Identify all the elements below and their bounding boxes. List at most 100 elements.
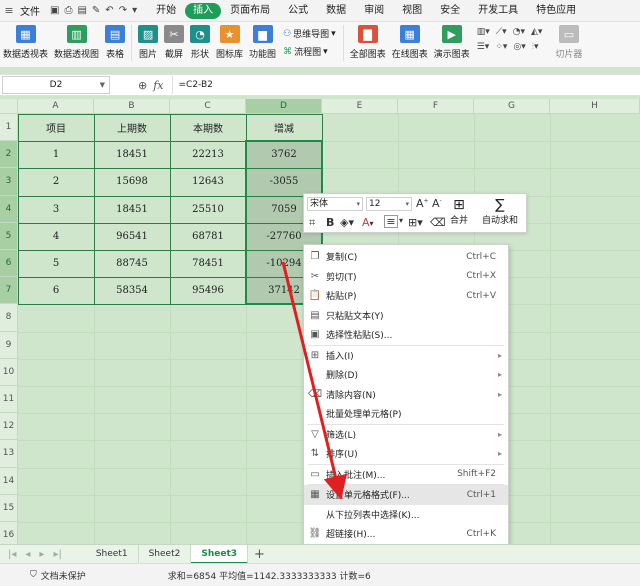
- context-menu-item[interactable]: ❐ 复制(C) Ctrl+C: [304, 247, 508, 267]
- data-cell[interactable]: 68781: [170, 223, 246, 250]
- area-chart-icon[interactable]: ◭▾: [531, 27, 542, 37]
- save-icon[interactable]: ▣: [50, 5, 59, 16]
- data-cell[interactable]: 1: [18, 141, 94, 168]
- autosum-button[interactable]: ∑ 自动求和: [482, 197, 518, 226]
- online-chart-button[interactable]: ▦ 在线图表: [389, 25, 431, 60]
- row-header-5[interactable]: 5: [0, 222, 18, 250]
- context-menu-item[interactable]: ▤ 只粘贴文本(Y): [304, 306, 508, 326]
- all-charts-button[interactable]: ▇ 全部图表: [347, 25, 389, 60]
- select-all-corner[interactable]: [0, 99, 18, 114]
- font-size-select[interactable]: 12 ▾: [366, 197, 412, 211]
- pivot-table-button[interactable]: ▦ 数据透视表: [0, 25, 51, 60]
- format-painter-icon[interactable]: ⌗: [309, 216, 315, 230]
- column-header-b[interactable]: B: [94, 99, 170, 114]
- context-menu-item[interactable]: ✂ 剪切(T) Ctrl+X: [304, 267, 508, 287]
- undo-icon[interactable]: ↶: [105, 5, 113, 16]
- data-cell[interactable]: 88745: [94, 250, 170, 277]
- tab-8[interactable]: 安全: [431, 0, 469, 22]
- redo-icon[interactable]: ↷: [119, 5, 127, 16]
- data-cell[interactable]: 5: [18, 250, 94, 277]
- sheet-tab-sheet2[interactable]: Sheet2: [139, 544, 192, 564]
- demo-chart-button[interactable]: ▶ 演示图表: [431, 25, 473, 60]
- column-header-d[interactable]: D: [246, 99, 322, 114]
- flowchart-button[interactable]: ⌘ 流程图 ▾: [283, 45, 336, 59]
- bold-icon[interactable]: B: [326, 216, 334, 229]
- data-cell[interactable]: 25510: [170, 196, 246, 223]
- data-cell[interactable]: 95496: [170, 277, 246, 304]
- data-cell[interactable]: 18451: [94, 141, 170, 168]
- data-cell[interactable]: 96541: [94, 223, 170, 250]
- data-cell[interactable]: 12643: [170, 168, 246, 195]
- other-chart-icon[interactable]: ◎▾: [513, 42, 525, 52]
- tab-5[interactable]: 数据: [317, 0, 355, 22]
- column-chart-icon[interactable]: ▥▾: [477, 27, 490, 37]
- column-header-h[interactable]: H: [550, 99, 640, 114]
- column-header-a[interactable]: A: [18, 99, 94, 114]
- pie-chart-icon[interactable]: ◔▾: [513, 27, 525, 37]
- context-menu-item[interactable]: 删除(D) ▸: [304, 365, 508, 385]
- tab-4[interactable]: 公式: [279, 0, 317, 22]
- row-header-2[interactable]: 2: [0, 141, 18, 169]
- context-menu-item[interactable]: ▭ 插入批注(M)... Shift+F2: [304, 465, 508, 485]
- row-header-8[interactable]: 8: [0, 304, 18, 332]
- chevron-down-icon[interactable]: ▼: [100, 81, 105, 89]
- context-menu-item[interactable]: 📋 粘贴(P) Ctrl+V: [304, 286, 508, 306]
- row-header-11[interactable]: 11: [0, 386, 18, 414]
- data-cell[interactable]: 2: [18, 168, 94, 195]
- function-chart-button[interactable]: ▆ 功能图: [246, 25, 279, 60]
- slicer-button[interactable]: ▭ 切片器: [552, 25, 585, 60]
- table-button[interactable]: ▤ 表格: [102, 25, 128, 60]
- stock-chart-icon[interactable]: ⫶▾: [532, 42, 539, 52]
- icon-library-button[interactable]: ★ 图标库: [213, 25, 246, 60]
- last-sheet-icon[interactable]: ▸|: [53, 549, 61, 560]
- tab-2[interactable]: 插入: [185, 2, 222, 19]
- tab-1[interactable]: 开始: [147, 0, 185, 22]
- row-header-12[interactable]: 12: [0, 413, 18, 441]
- file-menu[interactable]: 文件: [20, 3, 40, 18]
- row-header-1[interactable]: 1: [0, 114, 18, 142]
- menu-icon[interactable]: ≡: [2, 4, 16, 17]
- align-icon[interactable]: ≡: [384, 215, 398, 228]
- row-header-3[interactable]: 3: [0, 168, 18, 196]
- merge-button[interactable]: ⊞ 合并: [450, 197, 468, 226]
- print-preview-icon[interactable]: ▤: [77, 5, 86, 16]
- mindmap-button[interactable]: ⚇ 思维导图 ▾: [283, 27, 336, 41]
- shape-button[interactable]: ◔ 形状: [187, 25, 213, 60]
- data-cell[interactable]: 22213: [170, 141, 246, 168]
- tab-10[interactable]: 特色应用: [527, 0, 585, 22]
- row-header-4[interactable]: 4: [0, 195, 18, 223]
- context-menu-item[interactable]: ⛓ 超链接(H)... Ctrl+K: [304, 524, 508, 544]
- tab-6[interactable]: 审阅: [355, 0, 393, 22]
- context-menu-item[interactable]: ⊞ 插入(I) ▸: [304, 346, 508, 366]
- bar-chart-icon[interactable]: ☰▾: [477, 42, 490, 52]
- format-painter-icon[interactable]: ✎: [92, 5, 100, 16]
- pivot-chart-button[interactable]: ▥ 数据透视图: [51, 25, 102, 60]
- sheet-tab-sheet3[interactable]: Sheet3: [191, 544, 249, 564]
- picture-button[interactable]: ▨ 图片: [135, 25, 161, 60]
- column-header-e[interactable]: E: [322, 99, 398, 114]
- row-header-15[interactable]: 15: [0, 494, 18, 522]
- font-select[interactable]: 宋体 ▾: [307, 197, 363, 211]
- tab-7[interactable]: 视图: [393, 0, 431, 22]
- context-menu-item[interactable]: ▣ 选择性粘贴(S)...: [304, 325, 508, 345]
- row-header-6[interactable]: 6: [0, 250, 18, 278]
- row-header-9[interactable]: 9: [0, 331, 18, 359]
- fill-color-icon[interactable]: ◈▾: [340, 216, 354, 229]
- decrease-font-icon[interactable]: A-: [432, 197, 442, 210]
- more-icon[interactable]: ▾: [132, 5, 137, 16]
- align-dropdown-icon[interactable]: ▾: [399, 216, 403, 225]
- first-sheet-icon[interactable]: |◂: [8, 549, 16, 560]
- prev-sheet-icon[interactable]: ◂: [25, 549, 30, 560]
- protection-status[interactable]: ⛉ 文档未保护: [30, 569, 86, 582]
- header-cell[interactable]: 上期数: [94, 114, 170, 141]
- header-cell[interactable]: 增减: [246, 114, 322, 141]
- clear-format-icon[interactable]: ⌫: [430, 216, 446, 229]
- row-header-10[interactable]: 10: [0, 358, 18, 386]
- row-header-14[interactable]: 14: [0, 467, 18, 495]
- zoom-icon[interactable]: ⊕: [138, 79, 147, 92]
- data-cell[interactable]: 3: [18, 196, 94, 223]
- print-icon[interactable]: ⎙: [64, 5, 72, 16]
- tab-9[interactable]: 开发工具: [469, 0, 527, 22]
- column-header-c[interactable]: C: [170, 99, 246, 114]
- context-menu-item[interactable]: ⇅ 排序(U) ▸: [304, 444, 508, 464]
